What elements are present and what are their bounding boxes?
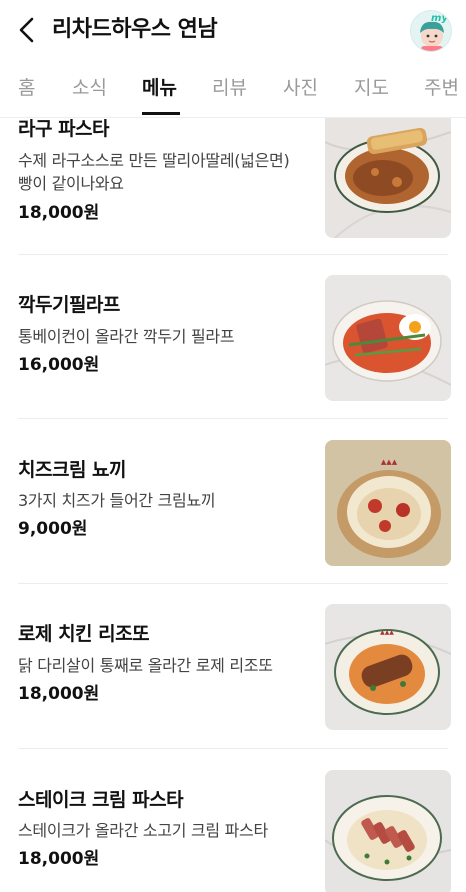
menu-item-description: 통베이컨이 올라간 깍두기 필라프	[18, 327, 235, 346]
menu-list: 라구 파스타 수제 라구소스로 만든 딸리아딸레(넓은면) 빵이 같이나와요 1…	[0, 118, 466, 892]
menu-item-name: 깍두기필라프	[18, 294, 120, 316]
tab-home[interactable]: 홈	[18, 74, 35, 102]
menu-item-description: 수제 라구소스로 만든 딸리아딸레(넓은면)	[18, 151, 290, 170]
menu-item-price: 18,000원	[18, 203, 100, 223]
tab-news[interactable]: 소식	[72, 74, 107, 102]
menu-item-price: 16,000원	[18, 355, 100, 375]
menu-item-price: 18,000원	[18, 849, 100, 869]
chevron-left-icon	[19, 17, 34, 43]
menu-item-name: 치즈크림 뇨끼	[18, 459, 127, 481]
active-tab-indicator	[142, 112, 180, 115]
menu-item-photo: ▲▲▲	[325, 604, 451, 730]
svg-text:▲▲▲: ▲▲▲	[381, 458, 398, 466]
menu-item-photo: ▲▲▲	[325, 440, 451, 566]
menu-item-photo	[325, 275, 451, 401]
menu-item-description-2: 빵이 같이나와요	[18, 174, 124, 193]
tab-map[interactable]: 지도	[354, 74, 389, 102]
menu-item-description: 3가지 치즈가 들어간 크림뇨끼	[18, 491, 216, 510]
top-app-bar: 리차드하우스 연남 my	[0, 0, 466, 62]
menu-item[interactable]: 라구 파스타 수제 라구소스로 만든 딸리아딸레(넓은면) 빵이 같이나와요 1…	[0, 118, 466, 275]
menu-item-name: 로제 치킨 리조또	[18, 623, 150, 645]
page-title: 리차드하우스 연남	[52, 17, 218, 42]
back-button[interactable]	[14, 14, 42, 46]
menu-item-photo	[325, 118, 451, 238]
menu-item[interactable]: 로제 치킨 리조또 닭 다리살이 통째로 올라간 로제 리조또 18,000원 …	[0, 604, 466, 769]
divider	[18, 418, 448, 419]
menu-item[interactable]: 깍두기필라프 통베이컨이 올라간 깍두기 필라프 16,000원	[0, 275, 466, 440]
menu-item-price: 18,000원	[18, 684, 100, 704]
menu-item-price: 9,000원	[18, 519, 88, 539]
profile-icon	[420, 21, 444, 51]
divider	[18, 748, 448, 749]
svg-text:▲▲▲: ▲▲▲	[380, 629, 394, 636]
menu-item-description: 닭 다리살이 통째로 올라간 로제 리조또	[18, 656, 273, 675]
tab-nearby[interactable]: 주변	[424, 74, 459, 102]
menu-item-description: 스테이크가 올라간 소고기 크림 파스타	[18, 821, 268, 840]
menu-item-name: 라구 파스타	[18, 118, 110, 140]
menu-item[interactable]: 스테이크 크림 파스타 스테이크가 올라간 소고기 크림 파스타 18,000원	[0, 770, 466, 892]
divider	[18, 254, 448, 255]
menu-item-name: 스테이크 크림 파스타	[18, 789, 184, 811]
tab-bar: 홈 소식 메뉴 리뷰 사진 지도 주변	[0, 62, 466, 118]
tab-menu[interactable]: 메뉴	[142, 74, 177, 102]
divider	[18, 583, 448, 584]
menu-item[interactable]: 치즈크림 뇨끼 3가지 치즈가 들어간 크림뇨끼 9,000원 ▲▲▲	[0, 440, 466, 605]
menu-item-photo	[325, 770, 451, 892]
tab-reviews[interactable]: 리뷰	[212, 74, 247, 102]
tab-photos[interactable]: 사진	[283, 74, 318, 102]
avatar[interactable]: my	[410, 10, 452, 52]
